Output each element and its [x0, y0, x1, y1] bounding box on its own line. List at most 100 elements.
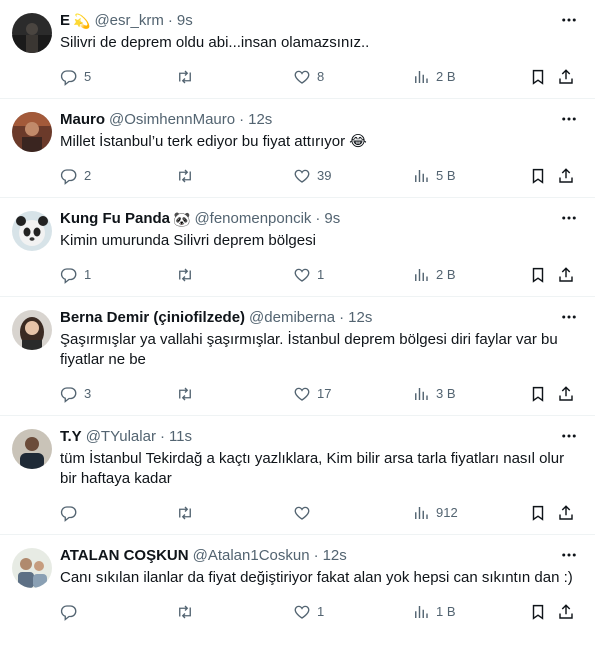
heart-icon — [294, 169, 310, 183]
views-button[interactable]: 912 — [412, 503, 458, 523]
bookmark-button[interactable] — [529, 602, 547, 622]
author-name[interactable]: Mauro — [60, 110, 105, 130]
timestamp[interactable]: 12s — [323, 546, 347, 566]
tweet-text: Canı sıkılan ilanlar da fiyat değiştiriy… — [60, 569, 573, 586]
separator-dot: · — [315, 210, 321, 227]
bookmark-button[interactable] — [529, 166, 547, 186]
more-button[interactable] — [559, 208, 579, 228]
more-horizontal-icon — [562, 434, 576, 438]
bookmark-button[interactable] — [529, 384, 547, 404]
views-button[interactable]: 1 B — [412, 602, 456, 622]
retweet-button[interactable] — [176, 67, 200, 87]
avatar[interactable] — [12, 429, 52, 469]
timestamp[interactable]: 9s — [177, 11, 193, 31]
retweet-button[interactable] — [176, 265, 200, 285]
like-button[interactable]: 17 — [293, 384, 331, 404]
author-name[interactable]: E — [60, 11, 70, 31]
action-bar: 1 1 B — [60, 592, 579, 632]
reply-button[interactable]: 2 — [60, 166, 91, 186]
views-chart-icon — [415, 507, 428, 519]
view-count: 1 B — [436, 604, 456, 619]
share-icon — [559, 267, 573, 282]
avatar[interactable] — [12, 211, 52, 251]
reply-icon — [60, 70, 77, 86]
bookmark-button[interactable] — [529, 265, 547, 285]
like-count: 8 — [317, 69, 325, 84]
reply-button[interactable]: 5 — [60, 67, 91, 87]
views-button[interactable]: 5 B — [412, 166, 456, 186]
heart-icon — [294, 387, 310, 401]
retweet-button[interactable] — [176, 384, 200, 404]
author-handle[interactable]: @OsimhennMauro — [109, 110, 235, 130]
views-chart-icon — [415, 606, 428, 618]
timestamp[interactable]: 12s — [348, 308, 372, 328]
tweet[interactable]: Berna Demir (çiniofilzede) @demiberna · … — [0, 297, 595, 416]
views-chart-icon — [415, 388, 428, 400]
author-name[interactable]: Berna Demir (çiniofilzede) — [60, 308, 245, 328]
retweet-button[interactable] — [176, 503, 200, 523]
author-name[interactable]: Kung Fu Panda — [60, 209, 170, 229]
views-button[interactable]: 3 B — [412, 384, 456, 404]
heart-icon — [294, 605, 310, 619]
tweet[interactable]: Mauro @OsimhennMauro · 12s Millet İstanb… — [0, 99, 595, 198]
share-icon — [559, 168, 573, 183]
author-name[interactable]: ATALAN COŞKUN — [60, 546, 189, 566]
more-button[interactable] — [559, 545, 579, 565]
retweet-button[interactable] — [176, 602, 200, 622]
avatar[interactable] — [12, 13, 52, 53]
timestamp[interactable]: 11s — [169, 427, 192, 447]
bookmark-button[interactable] — [529, 503, 547, 523]
reply-button[interactable]: 3 — [60, 384, 91, 404]
separator-dot: · — [239, 111, 245, 128]
tweet[interactable]: Kung Fu Panda 🐼 @fenomenponcik · 9s Kimi… — [0, 198, 595, 297]
author-handle[interactable]: @esr_krm — [94, 11, 163, 31]
reply-button[interactable] — [60, 602, 84, 622]
author-handle[interactable]: @Atalan1Coskun — [193, 546, 310, 566]
action-bar: 5 8 2 B — [60, 57, 579, 97]
tweet[interactable]: T.Y @TYulalar · 11s tüm İstanbul Tekirda… — [0, 416, 595, 535]
like-button[interactable]: 8 — [293, 67, 324, 87]
like-button[interactable]: 39 — [293, 166, 331, 186]
retweet-button[interactable] — [176, 166, 200, 186]
author-handle[interactable]: @TYulalar — [86, 427, 156, 447]
tweet-feed: E 💫 @esr_krm · 9s Silivri de deprem oldu… — [0, 0, 595, 655]
views-button[interactable]: 2 B — [412, 265, 456, 285]
like-button[interactable]: 1 — [293, 265, 324, 285]
bookmark-icon — [532, 386, 544, 402]
like-count: 39 — [317, 168, 332, 183]
bookmark-button[interactable] — [529, 67, 547, 87]
name-emoji: 🐼 — [173, 211, 191, 227]
share-button[interactable] — [557, 384, 575, 404]
share-button[interactable] — [557, 265, 575, 285]
view-count: 2 B — [436, 69, 456, 84]
reply-icon — [60, 605, 77, 621]
timestamp[interactable]: 9s — [324, 209, 340, 229]
more-horizontal-icon — [562, 553, 576, 557]
more-horizontal-icon — [562, 315, 576, 319]
like-count: 1 — [317, 604, 325, 619]
share-button[interactable] — [557, 503, 575, 523]
tweet[interactable]: ATALAN COŞKUN @Atalan1Coskun · 12s Canı … — [0, 535, 595, 655]
separator-dot: · — [313, 547, 319, 564]
like-button[interactable] — [293, 503, 317, 523]
more-button[interactable] — [559, 10, 579, 30]
avatar[interactable] — [12, 548, 52, 588]
timestamp[interactable]: 12s — [248, 110, 272, 130]
avatar[interactable] — [12, 310, 52, 350]
author-name[interactable]: T.Y — [60, 427, 82, 447]
tweet[interactable]: E 💫 @esr_krm · 9s Silivri de deprem oldu… — [0, 0, 595, 99]
share-button[interactable] — [557, 602, 575, 622]
heart-icon — [294, 506, 310, 520]
like-button[interactable]: 1 — [293, 602, 324, 622]
more-button[interactable] — [559, 109, 579, 129]
avatar[interactable] — [12, 112, 52, 152]
share-button[interactable] — [557, 67, 575, 87]
more-button[interactable] — [559, 307, 579, 327]
reply-button[interactable]: 1 — [60, 265, 91, 285]
author-handle[interactable]: @demiberna — [249, 308, 335, 328]
author-handle[interactable]: @fenomenponcik — [194, 209, 311, 229]
more-button[interactable] — [559, 426, 579, 446]
reply-button[interactable] — [60, 503, 84, 523]
share-button[interactable] — [557, 166, 575, 186]
views-button[interactable]: 2 B — [412, 67, 456, 87]
